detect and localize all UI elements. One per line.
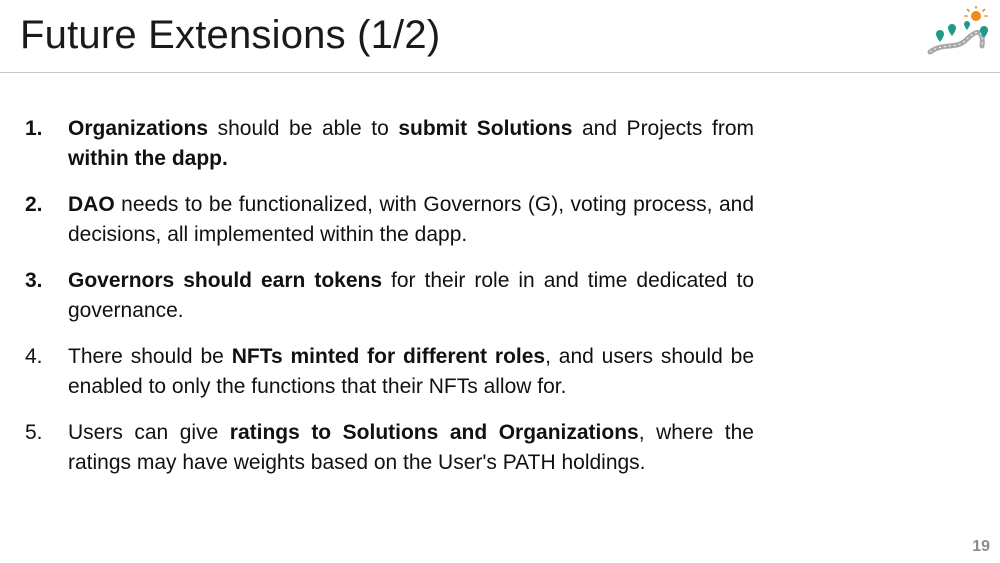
item-text-bold: submit Solutions [398, 117, 573, 140]
slide-title: Future Extensions (1/2) [20, 13, 441, 57]
item-text: needs to be functionalized, with Governo… [68, 193, 754, 246]
item-text-bold: within the dapp. [68, 147, 228, 170]
item-text: and Projects from [572, 117, 754, 140]
item-text-bold: NFTs minted for different roles [231, 345, 546, 368]
list-item: 1. Organizations should be able to submi… [22, 114, 754, 174]
list-item: 3. Governors should earn tokens for thei… [22, 266, 754, 326]
title-divider [0, 72, 1000, 73]
item-text-bold: DAO [68, 193, 115, 216]
sun-icon [964, 6, 988, 21]
item-text-bold: ratings to Solutions and Organizations [229, 421, 639, 444]
item-number: 5. [25, 421, 43, 444]
item-text-bold: Organizations [68, 117, 209, 140]
page-number: 19 [972, 538, 990, 555]
item-number: 1. [25, 117, 43, 140]
item-text: should be able to [208, 117, 399, 140]
item-number: 2. [25, 193, 43, 216]
item-text-bold: Governors should earn tokens [68, 269, 383, 292]
item-number: 4. [25, 345, 43, 368]
slide: Future Extensions (1/2) 1. Organizations… [0, 0, 1000, 563]
extensions-list: 1. Organizations should be able to submi… [22, 114, 754, 494]
item-text: There should be [68, 345, 232, 368]
list-item: 2. DAO needs to be functionalized, with … [22, 190, 754, 250]
list-item: 5. Users can give ratings to Solutions a… [22, 418, 754, 478]
item-number: 3. [25, 269, 43, 292]
list-item: 4. There should be NFTs minted for diffe… [22, 342, 754, 402]
path-roadmap-logo-icon [927, 6, 988, 55]
item-text: Users can give [68, 421, 230, 444]
